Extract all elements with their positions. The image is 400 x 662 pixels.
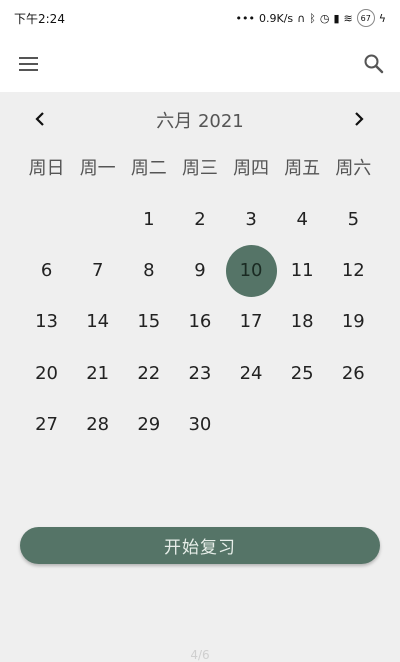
page-indicator: 4/6 — [190, 648, 210, 662]
day-number: 25 — [290, 362, 314, 384]
empty-day-cell — [72, 194, 123, 245]
day-cell[interactable]: 26 — [328, 348, 379, 399]
day-number: 22 — [137, 362, 161, 384]
status-bar: 下午2:24 ••• 0.9K/s ∩ ᛒ ◷ ▮ ≋ 67 ϟ — [0, 0, 400, 36]
day-cell[interactable]: 17 — [226, 296, 277, 347]
day-cell[interactable]: 28 — [72, 399, 123, 450]
empty-day-cell — [21, 194, 72, 245]
day-cell[interactable]: 14 — [72, 296, 123, 347]
day-cell[interactable]: 13 — [21, 296, 72, 347]
day-number: 10 — [225, 244, 277, 297]
day-cell[interactable]: 25 — [277, 348, 328, 399]
day-number: 15 — [137, 311, 161, 333]
day-number: 30 — [188, 413, 212, 435]
day-number: 18 — [290, 311, 314, 333]
status-icons: ••• 0.9K/s ∩ ᛒ ◷ ▮ ≋ 67 ϟ — [236, 9, 386, 27]
day-cell[interactable]: 5 — [328, 194, 379, 245]
wifi-icon: ≋ — [343, 11, 353, 25]
weekday-label: 周四 — [233, 158, 270, 179]
day-cell[interactable]: 18 — [277, 296, 328, 347]
day-number: 23 — [188, 362, 212, 384]
weekday-label: 周日 — [28, 158, 65, 179]
day-cell[interactable]: 20 — [21, 348, 72, 399]
day-number: 4 — [296, 209, 308, 231]
day-number: 27 — [35, 413, 59, 435]
weekday-header: 周日 周一 周二 周三 周四 周五 周六 — [21, 154, 379, 184]
day-cell[interactable]: 8 — [123, 245, 174, 296]
weekday-label: 周一 — [79, 158, 116, 179]
battery-icon: 67 — [356, 9, 375, 27]
weekday-label: 周五 — [284, 158, 321, 179]
headphones-icon: ∩ — [297, 11, 306, 25]
day-number: 9 — [194, 260, 206, 282]
status-time: 下午2:24 — [14, 11, 65, 26]
toolbar — [0, 36, 400, 92]
day-number: 6 — [40, 260, 53, 282]
day-cell[interactable]: 3 — [226, 194, 277, 245]
signal-icon: ▮ — [333, 11, 340, 25]
day-cell[interactable]: 15 — [123, 296, 174, 347]
day-cell[interactable]: 12 — [328, 245, 379, 296]
day-number: 26 — [341, 362, 365, 384]
net-speed: 0.9K/s — [259, 11, 294, 25]
day-cell[interactable]: 9 — [174, 245, 225, 296]
day-number: 8 — [143, 260, 155, 282]
next-month-button[interactable] — [344, 105, 372, 133]
weekday-label: 周三 — [181, 158, 218, 179]
day-cell-selected[interactable]: 10 — [225, 244, 277, 297]
day-cell[interactable]: 4 — [277, 194, 328, 245]
more-dots-icon: ••• — [235, 11, 256, 25]
day-number: 19 — [341, 311, 365, 333]
alarm-icon: ◷ — [319, 11, 330, 25]
day-cell[interactable]: 11 — [277, 245, 328, 296]
day-cell[interactable]: 7 — [72, 245, 123, 296]
day-number: 17 — [239, 311, 263, 333]
day-number: 24 — [239, 362, 263, 384]
day-cell[interactable]: 6 — [21, 245, 72, 296]
day-number: 21 — [86, 362, 110, 384]
weekday-label: 周六 — [335, 158, 372, 179]
day-cell[interactable]: 22 — [123, 348, 174, 399]
start-review-button[interactable]: 开始复习 — [20, 527, 380, 564]
day-number: 28 — [86, 413, 110, 435]
day-number: 29 — [137, 413, 161, 435]
day-number: 14 — [86, 311, 110, 333]
month-title: 六月 2021 — [156, 111, 244, 132]
menu-button[interactable] — [18, 54, 40, 74]
day-number: 12 — [341, 260, 365, 282]
day-cell[interactable]: 16 — [174, 296, 225, 347]
day-number: 2 — [194, 209, 206, 231]
bluetooth-icon: ᛒ — [309, 11, 316, 25]
weekday-label: 周二 — [130, 158, 167, 179]
day-cell[interactable]: 27 — [21, 399, 72, 450]
day-number: 20 — [35, 362, 59, 384]
day-cell[interactable]: 2 — [174, 194, 225, 245]
day-cell[interactable]: 19 — [328, 296, 379, 347]
day-number: 5 — [347, 209, 360, 231]
day-cell[interactable]: 21 — [72, 348, 123, 399]
day-cell[interactable]: 24 — [226, 348, 277, 399]
day-number: 7 — [91, 260, 104, 282]
calendar-header: 六月 2021 — [0, 92, 400, 146]
day-cell[interactable]: 23 — [174, 348, 225, 399]
charging-icon: ϟ — [378, 11, 386, 25]
day-number: 11 — [290, 260, 314, 282]
day-number: 3 — [245, 209, 257, 231]
menu-icon — [19, 57, 38, 71]
day-cell[interactable]: 1 — [123, 194, 174, 245]
chevron-right-icon — [355, 112, 364, 126]
day-cell[interactable]: 29 — [123, 399, 174, 450]
day-cell[interactable]: 30 — [174, 399, 225, 450]
calendar: 六月 2021 周日 周一 周二 周三 周四 周五 周六 1 2 3 4 5 6 7 8 9 10 11 12 13… — [0, 92, 400, 662]
day-number: 16 — [188, 311, 212, 333]
search-button[interactable] — [362, 52, 386, 76]
day-grid: 1 2 3 4 5 6 7 8 9 10 11 12 13 14 15 16 17 18 19 20 21 22 23 24 2… — [21, 194, 379, 450]
search-icon — [364, 54, 384, 74]
day-number: 13 — [35, 311, 59, 333]
day-number: 1 — [143, 209, 155, 231]
